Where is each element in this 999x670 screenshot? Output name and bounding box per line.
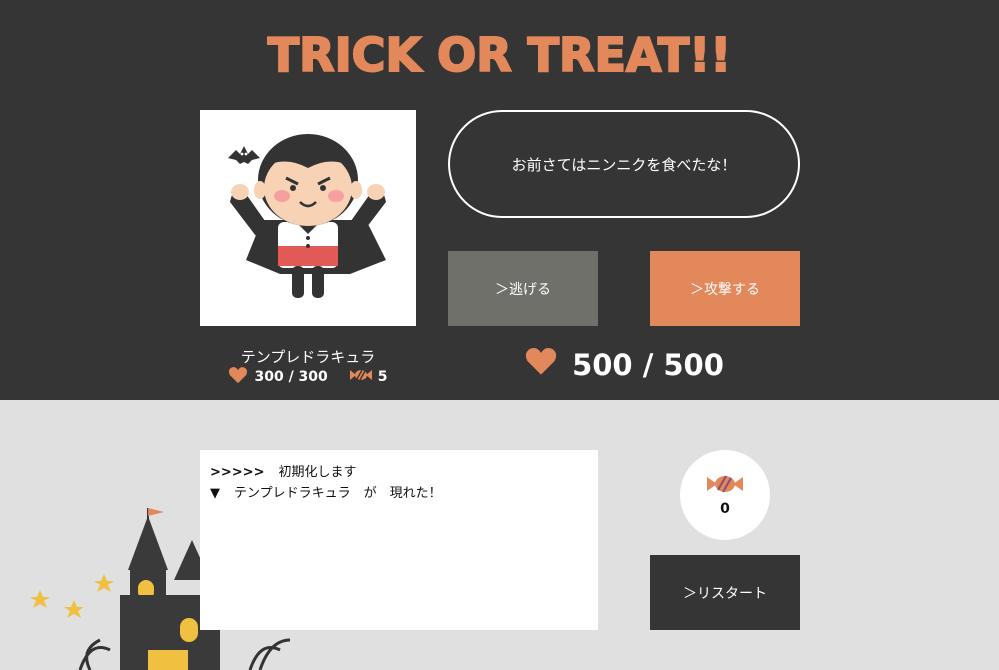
- attack-button[interactable]: ＞攻撃する: [650, 251, 800, 326]
- log-prefix: ▼: [210, 486, 220, 501]
- candy-counter: 0: [680, 450, 770, 540]
- log-prefix: >>>>>: [210, 465, 265, 480]
- enemy-candy-value: 5: [377, 369, 388, 385]
- flee-button[interactable]: ＞逃げる: [448, 251, 598, 326]
- restart-button[interactable]: ＞リスタート: [650, 555, 800, 630]
- battle-log: >>>>> 初期化します ▼ テンプレドラキュラ が 現れた！: [200, 450, 598, 630]
- candy-count: 0: [720, 501, 730, 517]
- player-hp-value: 500 / 500: [572, 347, 724, 382]
- log-line: ▼ テンプレドラキュラ が 現れた！: [210, 483, 588, 504]
- bat-icon: [228, 146, 260, 164]
- dracula-illustration: [228, 134, 386, 298]
- heart-icon: [524, 346, 558, 383]
- log-line: >>>>> 初期化します: [210, 462, 588, 483]
- enemy-name: テンプレドラキュラ: [240, 348, 376, 366]
- player-hp: 500 / 500: [448, 346, 800, 383]
- heart-icon: [228, 366, 248, 388]
- enemy-hp-value: 300 / 300: [254, 369, 328, 385]
- log-text: テンプレドラキュラ が 現れた！: [234, 486, 442, 501]
- dialogue-bubble: お前さてはニンニクを食べたな！: [448, 110, 800, 218]
- status-panel: >>>>> 初期化します ▼ テンプレドラキュラ が 現れた！ 0 ＞リスタート: [0, 400, 999, 670]
- dialogue-text: お前さてはニンニクを食べたな！: [511, 155, 737, 174]
- game-title: TRICK OR TREAT!!: [267, 27, 732, 83]
- battle-panel: TRICK OR TREAT!! テンプレドラキュラ 300 / 300 5 お…: [0, 0, 999, 400]
- log-text: 初期化します: [278, 465, 357, 480]
- candy-icon: [349, 368, 372, 386]
- enemy-stats: 300 / 300 5: [200, 366, 416, 388]
- enemy-portrait: [200, 110, 416, 326]
- candy-icon: [705, 473, 745, 499]
